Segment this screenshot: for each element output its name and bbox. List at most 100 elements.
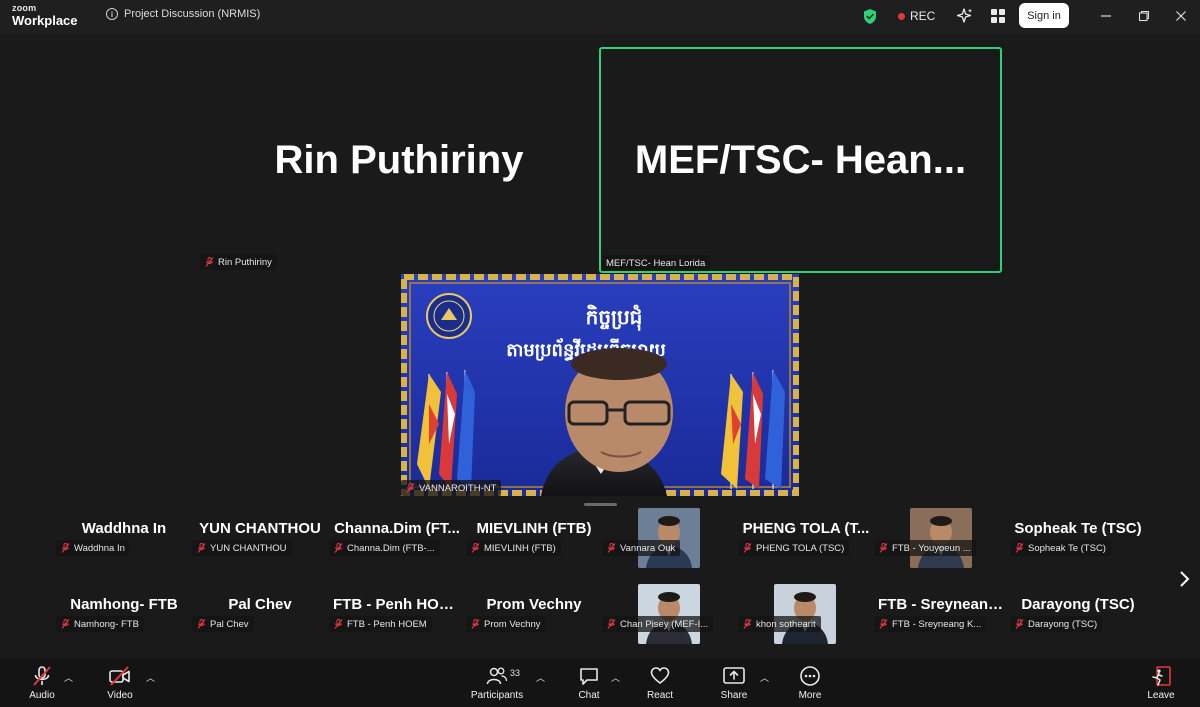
leave-door-icon bbox=[1152, 666, 1171, 686]
recording-indicator[interactable]: REC bbox=[898, 9, 935, 23]
participant-name-text: khon sothearit bbox=[756, 618, 816, 630]
react-label: React bbox=[646, 690, 674, 701]
participant-name-label: Darayong (TSC) bbox=[1010, 616, 1103, 632]
logo-bottom-text: Workplace bbox=[12, 13, 78, 28]
participant-name-text: Chan Pisey (MEF-I... bbox=[620, 618, 709, 630]
react-button[interactable]: React bbox=[642, 658, 678, 707]
shield-icon[interactable] bbox=[862, 8, 878, 25]
mic-muted-icon bbox=[61, 543, 70, 553]
participants-count: 33 bbox=[510, 668, 521, 678]
participant-display-name: FTB - Sreyneang... bbox=[878, 596, 1010, 613]
gallery-resize-handle[interactable] bbox=[584, 503, 617, 506]
gallery-participant-tile[interactable]: Darayong (TSC) Darayong (TSC) bbox=[1010, 586, 1146, 650]
video-off-icon bbox=[109, 666, 130, 686]
participant-name-text: FTB - Youyoeun ... bbox=[892, 542, 971, 554]
logo-top-text: zoom bbox=[12, 3, 37, 13]
meeting-info-button[interactable]: i Project Discussion (NRMIS) bbox=[106, 8, 260, 20]
gallery-participant-tile[interactable]: khon sothearit bbox=[738, 584, 874, 650]
participants-button[interactable]: Participants bbox=[466, 658, 528, 707]
mic-muted-icon bbox=[743, 619, 752, 629]
participant-name-text: Channa.Dim (FTB-... bbox=[347, 542, 435, 554]
mic-muted-icon bbox=[1015, 619, 1024, 629]
participant-name-label: Waddhna In bbox=[56, 540, 130, 556]
participant-name-text: Pal Chev bbox=[210, 618, 249, 630]
participant-display-name: Sopheak Te (TSC) bbox=[1014, 520, 1142, 537]
mic-muted-icon bbox=[471, 543, 480, 553]
gallery-participant-tile[interactable]: FTB - Sreyneang... FTB - Sreyneang K... bbox=[874, 586, 1010, 650]
participant-display-name: Prom Vechny bbox=[486, 596, 582, 613]
share-button[interactable]: Share bbox=[716, 658, 752, 707]
participant-tile-hean-lorida[interactable]: MEF/TSC- Hean... MEF/TSC- Hean Lorida bbox=[599, 47, 1002, 273]
participant-name-label: Vannara Ouk bbox=[602, 540, 681, 556]
close-icon[interactable] bbox=[1173, 8, 1189, 24]
mic-muted-icon bbox=[334, 619, 343, 629]
meeting-title: Project Discussion (NRMIS) bbox=[124, 8, 261, 20]
more-options-icon bbox=[800, 666, 820, 686]
mic-muted-icon bbox=[471, 619, 480, 629]
participant-name-text: Prom Vechny bbox=[484, 618, 541, 630]
mic-muted-icon bbox=[197, 543, 206, 553]
ai-companion-icon[interactable] bbox=[956, 7, 974, 25]
participant-tile-rin-puthiriny[interactable]: Rin Puthiriny Rin Puthiriny bbox=[200, 48, 598, 272]
participants-options-caret-icon[interactable]: ︿ bbox=[536, 671, 545, 684]
participant-display-name: Waddhna In bbox=[81, 520, 167, 537]
participant-display-name: FTB - Penh HOEM bbox=[333, 596, 462, 613]
gallery-participant-tile[interactable]: FTB - Penh HOEM FTB - Penh HOEM bbox=[329, 586, 465, 650]
gallery-participant-tile[interactable]: Sopheak Te (TSC) Sopheak Te (TSC) bbox=[1010, 510, 1146, 574]
sign-in-button[interactable]: Sign in bbox=[1019, 3, 1069, 28]
info-icon: i bbox=[106, 8, 118, 20]
participant-name-label: Chan Pisey (MEF-I... bbox=[602, 616, 714, 632]
gallery-participant-tile[interactable]: PHENG TOLA (T... PHENG TOLA (TSC) bbox=[738, 510, 874, 574]
gallery-participant-tile[interactable]: YUN CHANTHOU YUN CHANTHOU bbox=[192, 510, 328, 574]
mic-muted-icon bbox=[1015, 543, 1024, 553]
more-button[interactable]: More bbox=[793, 658, 827, 707]
participant-name-label: Rin Puthiriny bbox=[200, 254, 277, 270]
chevron-right-icon[interactable] bbox=[1178, 570, 1192, 590]
participant-name-text: Sopheak Te (TSC) bbox=[1028, 542, 1106, 554]
speaker-name-label: VANNAROITH-NT bbox=[401, 480, 502, 496]
rec-label: REC bbox=[910, 9, 936, 23]
participant-display-name: MIEVLINH (FTB) bbox=[476, 520, 592, 537]
zoom-workplace-logo: zoom Workplace bbox=[12, 3, 78, 28]
minimize-icon[interactable] bbox=[1098, 8, 1114, 24]
participant-video-thumbnail bbox=[638, 584, 700, 644]
gallery-participant-tile[interactable]: Waddhna In Waddhna In bbox=[56, 510, 192, 574]
banner-title-line1: កិច្ចប្រជុំ bbox=[586, 304, 643, 331]
participant-name-label: PHENG TOLA (TSC) bbox=[738, 540, 850, 556]
participants-icon bbox=[486, 667, 508, 685]
gallery-participant-tile[interactable]: FTB - Youyoeun ... bbox=[874, 508, 1010, 574]
speaker-video-tile[interactable]: កិច្ចប្រជុំ តាមប្រព័ន្ធវីដេអូពីចម្ងាយ VA… bbox=[401, 274, 799, 496]
chat-button[interactable]: Chat bbox=[572, 658, 606, 707]
speaker-name-text: VANNAROITH-NT bbox=[419, 482, 497, 494]
mic-muted-icon bbox=[33, 666, 51, 686]
gallery-participant-tile[interactable]: Vannara Ouk bbox=[602, 508, 738, 574]
video-options-caret-icon[interactable]: ︿ bbox=[146, 671, 155, 684]
share-options-caret-icon[interactable]: ︿ bbox=[760, 671, 769, 684]
audio-options-caret-icon[interactable]: ︿ bbox=[64, 671, 73, 684]
gallery-participant-tile[interactable]: Namhong- FTB Namhong- FTB bbox=[56, 586, 192, 650]
participant-name-text: YUN CHANTHOU bbox=[210, 542, 287, 554]
participant-name-label: Namhong- FTB bbox=[56, 616, 144, 632]
video-button[interactable]: Video bbox=[102, 658, 138, 707]
restore-icon[interactable] bbox=[1136, 8, 1152, 24]
gallery-participant-tile[interactable]: Prom Vechny Prom Vechny bbox=[466, 586, 602, 650]
gallery-participant-tile[interactable]: Pal Chev Pal Chev bbox=[192, 586, 328, 650]
chat-options-caret-icon[interactable]: ︿ bbox=[611, 671, 620, 684]
gallery-participant-tile[interactable]: MIEVLINH (FTB) MIEVLINH (FTB) bbox=[466, 510, 602, 574]
leave-button[interactable]: Leave bbox=[1144, 658, 1178, 707]
mic-muted-icon bbox=[607, 619, 616, 629]
participant-name-text: Waddhna In bbox=[74, 542, 125, 554]
participant-name-label: MIEVLINH (FTB) bbox=[466, 540, 561, 556]
mic-muted-icon bbox=[879, 543, 888, 553]
gallery-participant-tile[interactable]: Channa.Dim (FT... Channa.Dim (FTB-... bbox=[329, 510, 465, 574]
gallery-participant-tile[interactable]: Chan Pisey (MEF-I... bbox=[602, 584, 738, 650]
audio-label: Audio bbox=[29, 690, 55, 701]
participant-video-thumbnail bbox=[774, 584, 836, 644]
mic-muted-icon bbox=[334, 543, 343, 553]
participant-display-name: Namhong- FTB bbox=[70, 596, 178, 613]
view-grid-icon[interactable] bbox=[991, 9, 1005, 23]
mic-muted-icon bbox=[607, 543, 616, 553]
participant-name-text: Vannara Ouk bbox=[620, 542, 676, 554]
zoom-meeting-window: zoom Workplace i Project Discussion (NRM… bbox=[0, 0, 1200, 707]
audio-button[interactable]: Audio bbox=[24, 658, 60, 707]
